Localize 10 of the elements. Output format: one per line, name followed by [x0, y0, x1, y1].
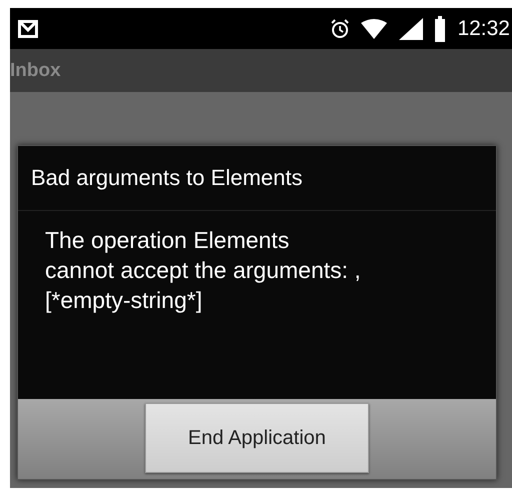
wifi-icon [361, 18, 388, 38]
battery-icon [435, 16, 446, 42]
end-application-button[interactable]: End Application [145, 403, 369, 473]
dialog-title: Bad arguments to Elements [18, 146, 496, 211]
app-title: Inbox [10, 60, 61, 82]
alarm-clock-icon [331, 18, 350, 40]
signal-icon [399, 18, 424, 40]
mail-icon [18, 20, 38, 38]
dialog-message: The operation Elements cannot accept the arguments: , [*empty-string*] [18, 211, 496, 399]
clock-time: 12:32 [457, 16, 510, 40]
